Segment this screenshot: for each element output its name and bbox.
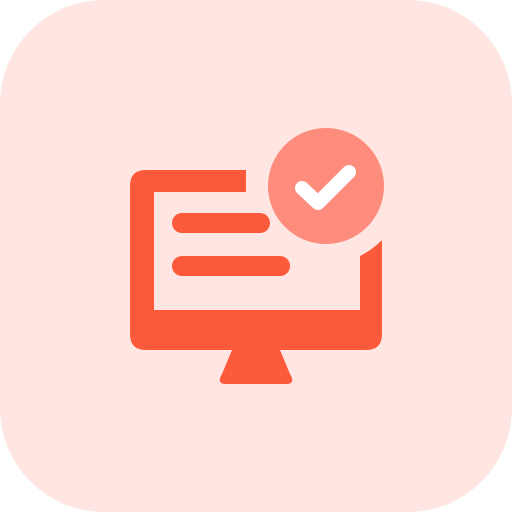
monitor-stand xyxy=(219,350,293,384)
screen-line-1 xyxy=(172,213,270,233)
screen-line-2 xyxy=(172,256,290,276)
icon-tile xyxy=(0,0,512,512)
monitor-check-icon xyxy=(0,0,512,512)
